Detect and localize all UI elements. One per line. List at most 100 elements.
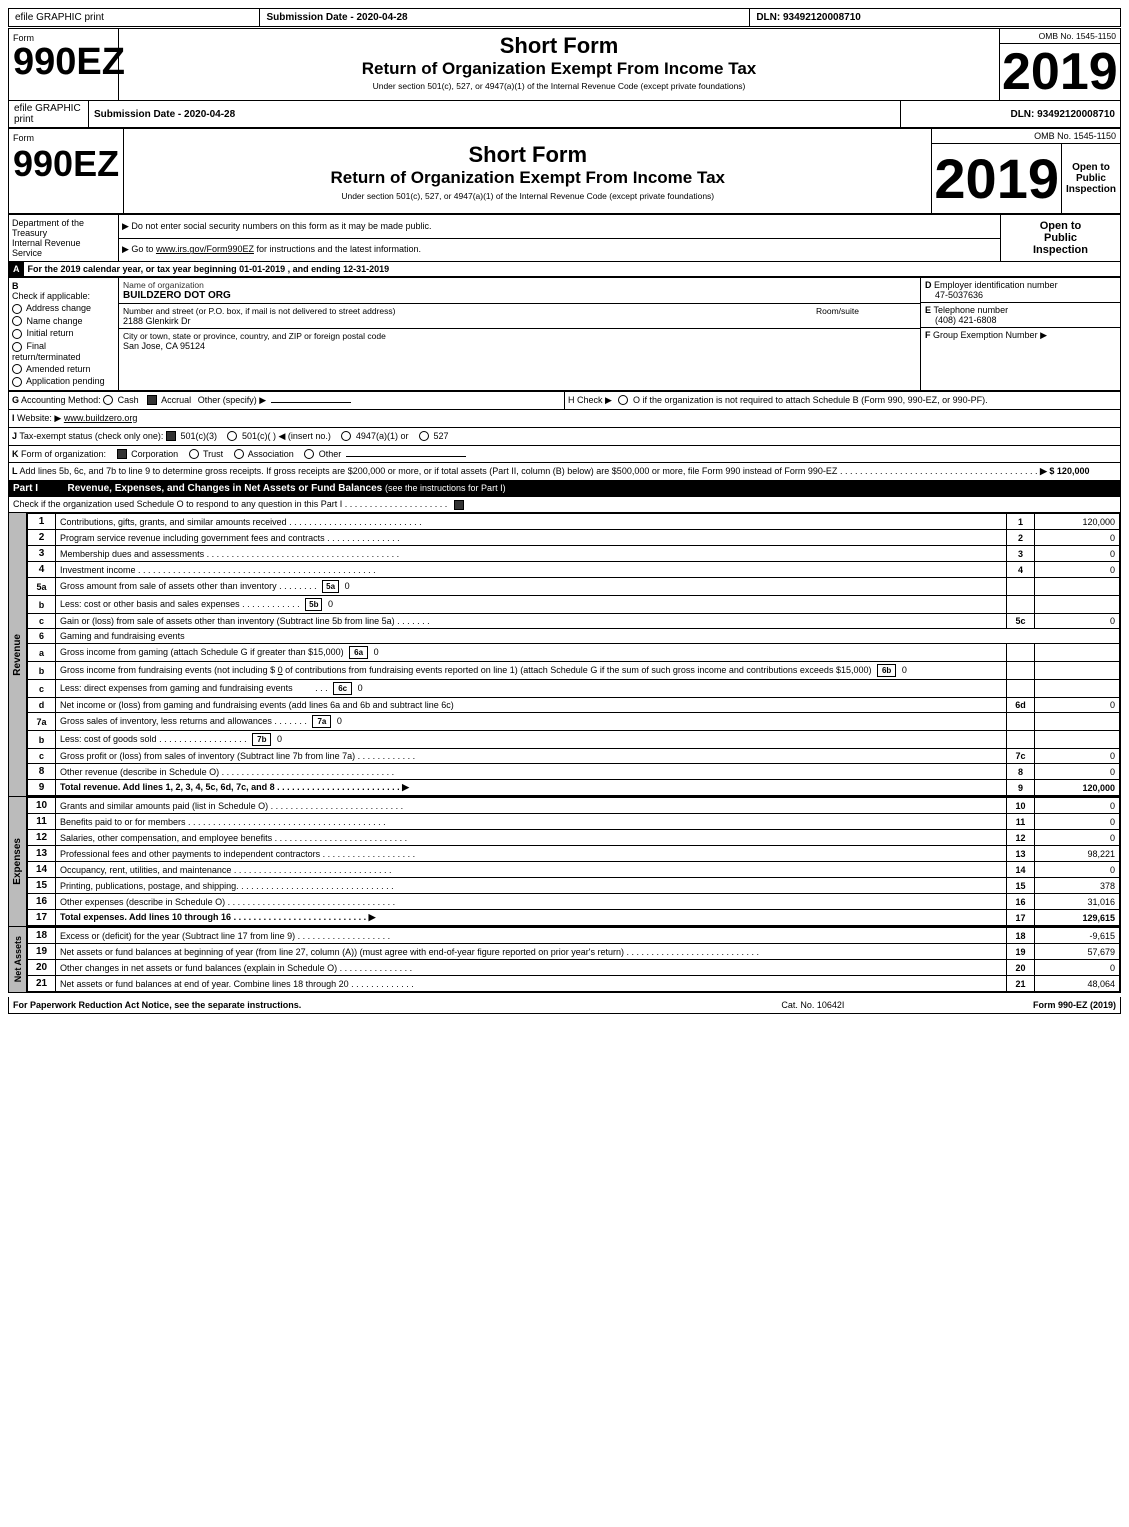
k-row: K Form of organization: Corporation Trus… bbox=[9, 446, 1121, 463]
na-20-num: 20 bbox=[28, 960, 56, 976]
expenses-label: Expenses bbox=[12, 838, 23, 885]
exp-line-12: 12 Salaries, other compensation, and emp… bbox=[28, 830, 1120, 846]
g-row: G Accounting Method: Cash Accrual Other … bbox=[9, 391, 1121, 409]
exp-12-desc: Salaries, other compensation, and employ… bbox=[56, 830, 1007, 846]
efile-cell: efile GRAPHIC print bbox=[9, 101, 89, 128]
address-change-row: Address change bbox=[12, 303, 115, 314]
l-table: L Add lines 5b, 6c, and 7b to line 9 to … bbox=[8, 463, 1121, 481]
association-span: Association bbox=[234, 449, 297, 459]
exp-line-13: 13 Professional fees and other payments … bbox=[28, 846, 1120, 862]
exp-17-num-right: 17 bbox=[1007, 910, 1035, 926]
other-org-input[interactable] bbox=[346, 456, 466, 457]
na-19-num-right: 19 bbox=[1007, 944, 1035, 960]
year-box: 2019 bbox=[1000, 44, 1121, 100]
line-9-value: 120,000 bbox=[1035, 780, 1120, 796]
527-span: 527 bbox=[419, 431, 449, 441]
initial-return-radio[interactable] bbox=[12, 329, 22, 339]
line-8-row: 8 Other revenue (describe in Schedule O)… bbox=[28, 764, 1120, 780]
note2-cell: ▶ Go to www.irs.gov/Form990EZ for instru… bbox=[119, 238, 1001, 262]
org-table: B Check if applicable: Address change Na… bbox=[8, 277, 1121, 391]
exp-17-desc: Total expenses. Add lines 10 through 16 … bbox=[56, 910, 1007, 926]
exp-17-text: Total expenses. Add lines 10 through 16 bbox=[60, 912, 231, 922]
line-4-value: 0 bbox=[1035, 562, 1120, 578]
line-7a-inner-value: 0 bbox=[337, 716, 342, 726]
line-6c-value bbox=[1035, 680, 1120, 698]
net-assets-section: Net Assets 18 Excess or (deficit) for th… bbox=[8, 927, 1121, 993]
org-row: B Check if applicable: Address change Na… bbox=[9, 278, 1121, 391]
exp-15-desc: Printing, publications, postage, and shi… bbox=[56, 878, 1007, 894]
schedule-o-checkbox[interactable] bbox=[454, 500, 464, 510]
line-6b-value bbox=[1035, 662, 1120, 680]
i-row: I Website: ▶ www.buildzero.org bbox=[9, 410, 1121, 428]
other-input[interactable] bbox=[271, 402, 351, 403]
exp-16-value: 31,016 bbox=[1035, 894, 1120, 910]
line-5c-num-right: 5c bbox=[1007, 614, 1035, 629]
dln: DLN: 93492120008710 bbox=[750, 9, 1120, 26]
application-pending-radio[interactable] bbox=[12, 377, 22, 387]
city-value: San Jose, CA 95124 bbox=[123, 341, 916, 351]
line-8-num-right: 8 bbox=[1007, 764, 1035, 780]
city-label: City or town, state or province, country… bbox=[123, 331, 916, 341]
trust-radio[interactable] bbox=[189, 449, 199, 459]
l-label: L bbox=[12, 466, 18, 476]
corporation-checkbox[interactable] bbox=[117, 449, 127, 459]
section-e-label: E Telephone number bbox=[925, 305, 1116, 315]
amended-return-label: Amended return bbox=[26, 364, 91, 374]
line-6d-num: d bbox=[28, 698, 56, 713]
association-radio[interactable] bbox=[234, 449, 244, 459]
group-section: F Group Exemption Number ▶ bbox=[921, 328, 1120, 343]
527-radio[interactable] bbox=[419, 431, 429, 441]
under-section: Under section 501(c), 527, or 4947(a)(1)… bbox=[128, 191, 927, 201]
501c-radio[interactable] bbox=[227, 431, 237, 441]
irs-link[interactable]: www.irs.gov/Form990EZ bbox=[156, 244, 254, 254]
dept-service: Service bbox=[12, 248, 115, 258]
section-d-label: D Employer identification number bbox=[925, 280, 1116, 290]
line-7a-desc: Gross sales of inventory, less returns a… bbox=[56, 713, 1007, 731]
schedule-o-table: Check if the organization used Schedule … bbox=[8, 497, 1121, 513]
line-7c-value: 0 bbox=[1035, 749, 1120, 764]
na-20-num-right: 20 bbox=[1007, 960, 1035, 976]
part1-title: Revenue, Expenses, and Changes in Net As… bbox=[64, 481, 1121, 497]
name-change-radio[interactable] bbox=[12, 316, 22, 326]
part1-header-table: Part I Revenue, Expenses, and Changes in… bbox=[8, 481, 1121, 497]
org-name: BUILDZERO DOT ORG bbox=[123, 290, 916, 301]
title-section: Short Form Return of Organization Exempt… bbox=[119, 29, 1000, 100]
na-21-desc: Net assets or fund balances at end of ye… bbox=[56, 976, 1007, 992]
line-8-value: 0 bbox=[1035, 764, 1120, 780]
footer-row: For Paperwork Reduction Act Notice, see … bbox=[9, 997, 1121, 1014]
exp-10-desc: Grants and similar amounts paid (list in… bbox=[56, 798, 1007, 814]
exp-17-value: 129,615 bbox=[1035, 910, 1120, 926]
inspection: Inspection bbox=[1066, 184, 1116, 195]
line-7b-value bbox=[1035, 731, 1120, 749]
amended-return-radio[interactable] bbox=[12, 364, 22, 374]
g-text: Accounting Method: bbox=[21, 395, 101, 405]
cash-radio[interactable] bbox=[103, 395, 113, 405]
na-21-value: 48,064 bbox=[1035, 976, 1120, 992]
final-return-radio[interactable] bbox=[12, 342, 22, 352]
line-5a-text: Gross amount from sale of assets other t… bbox=[60, 581, 317, 591]
line-9-desc: Total revenue. Add lines 1, 2, 3, 4, 5c,… bbox=[56, 780, 1007, 796]
line-5c-value: 0 bbox=[1035, 614, 1120, 629]
4947-radio[interactable] bbox=[341, 431, 351, 441]
line-5b-inner-value: 0 bbox=[328, 599, 333, 609]
501c3-checkbox[interactable] bbox=[166, 431, 176, 441]
exp-12-value: 0 bbox=[1035, 830, 1120, 846]
line-6d-row: d Net income or (loss) from gaming and f… bbox=[28, 698, 1120, 713]
na-18-num: 18 bbox=[28, 928, 56, 944]
exp-line-11: 11 Benefits paid to or for members . . .… bbox=[28, 814, 1120, 830]
exp-13-num: 13 bbox=[28, 846, 56, 862]
top-header-table: efile GRAPHIC print Submission Date - 20… bbox=[8, 100, 1121, 128]
line-5a-inner-value: 0 bbox=[345, 581, 350, 591]
accrual-checkbox[interactable] bbox=[147, 395, 157, 405]
revenue-side-label: Revenue bbox=[9, 513, 27, 796]
initial-return-row: Initial return bbox=[12, 328, 115, 339]
na-19-value: 57,679 bbox=[1035, 944, 1120, 960]
line-5a-row: 5a Gross amount from sale of assets othe… bbox=[28, 578, 1120, 596]
line-5a-desc: Gross amount from sale of assets other t… bbox=[56, 578, 1007, 596]
h-radio[interactable] bbox=[618, 395, 628, 405]
501c-radio-span: 501(c)( ) ◀ (insert no.) bbox=[227, 431, 333, 441]
address-change-radio[interactable] bbox=[12, 304, 22, 314]
other-org-radio[interactable] bbox=[304, 449, 314, 459]
exp-17-dots: . . . . . . . . . . . . . . . . . . . . … bbox=[234, 912, 367, 922]
group-arrow: ▶ bbox=[1040, 330, 1047, 340]
